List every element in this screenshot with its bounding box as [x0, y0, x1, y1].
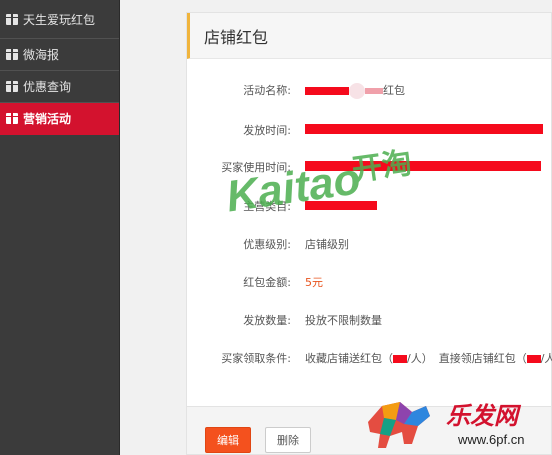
field-value: 红包 [305, 82, 405, 99]
field-label: 发放时间: [243, 124, 291, 137]
site-url-text: www.6pf.cn [457, 432, 524, 447]
sidebar-item-label: 微海报 [23, 48, 60, 62]
gift-icon [6, 49, 18, 60]
field-activity-name: 活动名称: 红包 [187, 79, 551, 99]
shop-redpacket-panel: 店铺红包 活动名称: 红包 发放时间: 买家使用时间: 主营类目: 优惠级别: … [186, 12, 552, 455]
panel-title: 店铺红包 [187, 13, 551, 59]
sidebar-item-label: 天生爱玩红包 [23, 12, 96, 27]
kaitao-watermark-logo: Kaitao 开淘 [223, 146, 414, 218]
condition-favorite-text: 收藏店铺送红包（ [305, 352, 393, 365]
kaitao-cn-text: 开淘 [350, 146, 414, 189]
sidebar: 天生爱玩红包 微海报 优惠查询 营销活动 [0, 0, 120, 455]
condition-direct-text: 直接领店铺红包（ [438, 352, 527, 365]
redaction-mark [305, 124, 543, 134]
field-value: 收藏店铺送红包（ /人） 直接领店铺红包（ /人） [305, 350, 552, 366]
sidebar-item-label: 营销活动 [23, 112, 72, 126]
field-discount-level: 优惠级别: 店铺级别 [187, 233, 551, 253]
sidebar-item-marketing[interactable]: 营销活动 [0, 103, 119, 135]
kaitao-latin-text: Kaitao [223, 154, 363, 218]
field-label: 优惠级别: [243, 238, 291, 251]
sidebar-item-label: 优惠查询 [23, 80, 72, 94]
field-label: 活动名称: [243, 84, 291, 97]
gift-icon [6, 13, 18, 25]
field-value: 投放不限制数量 [305, 314, 382, 327]
redaction-mark [393, 355, 407, 363]
field-label: 发放数量: [243, 314, 291, 327]
gift-icon [6, 113, 18, 124]
blur-mark [349, 83, 365, 99]
site-cn-text: 乐发网 [446, 402, 522, 430]
field-issue-time: 发放时间: [187, 119, 551, 139]
field-label: 红包金额: [243, 276, 291, 289]
condition-per-person: /人） [407, 352, 433, 365]
sidebar-item-youhui[interactable]: 优惠查询 [0, 71, 119, 103]
field-redpacket-amount: 红包金额: 5元 [187, 271, 551, 291]
sidebar-item-weihaibao[interactable]: 微海报 [0, 39, 119, 71]
field-value: 店铺级别 [305, 238, 349, 251]
blur-mark [365, 88, 383, 94]
gift-icon [6, 81, 18, 92]
amount-value: 5元 [305, 276, 323, 289]
field-value [305, 122, 543, 135]
sidebar-item-tiansheng[interactable]: 天生爱玩红包 [0, 0, 119, 39]
condition-per-person: /人） [540, 352, 552, 365]
field-issue-quantity: 发放数量: 投放不限制数量 [187, 309, 551, 329]
redaction-mark [526, 355, 541, 363]
field-label: 买家领取条件: [221, 352, 291, 365]
redaction-mark [305, 87, 349, 95]
activity-name-suffix: 红包 [383, 84, 405, 97]
bull-watermark-logo: 乐发网 www.6pf.cn [368, 402, 524, 448]
edit-button[interactable]: 编辑 [205, 427, 251, 453]
delete-button[interactable]: 删除 [265, 427, 311, 453]
field-claim-condition: 买家领取条件: 收藏店铺送红包（ /人） 直接领店铺红包（ /人） [187, 347, 552, 367]
